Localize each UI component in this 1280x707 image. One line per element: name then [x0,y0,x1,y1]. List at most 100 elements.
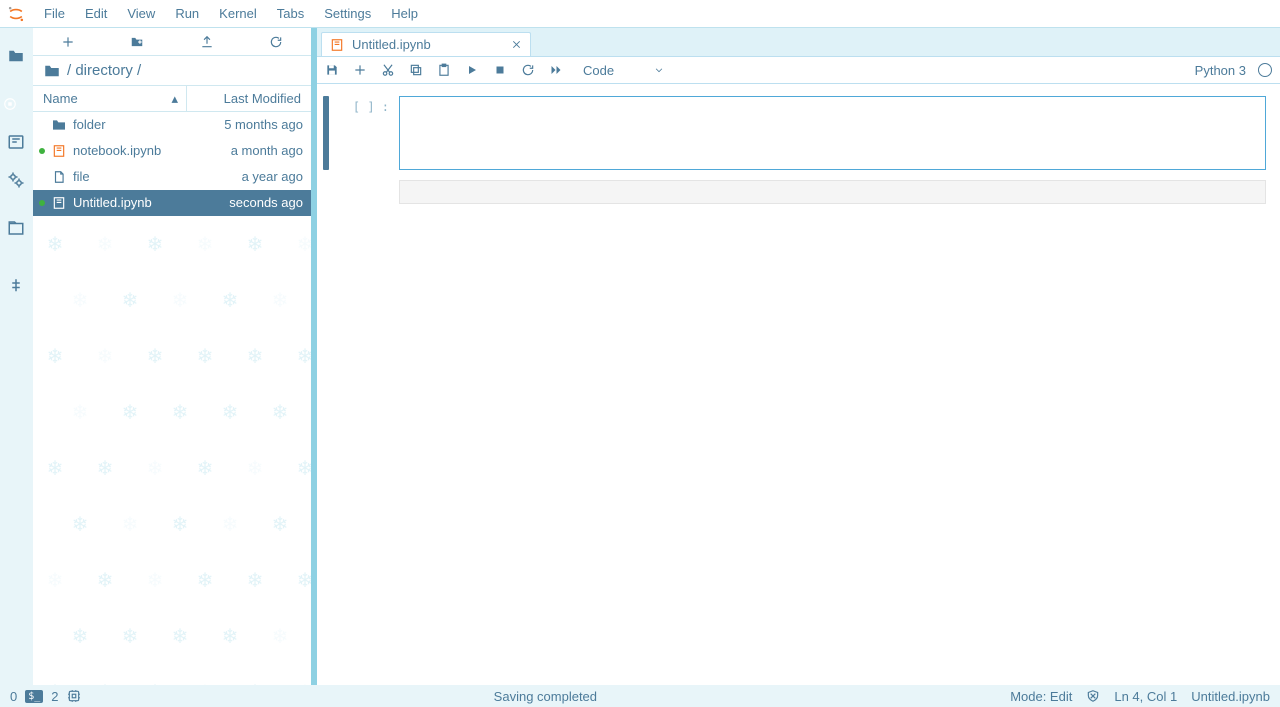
running-icon[interactable] [6,94,26,114]
cell-prompt: [ ] : [339,96,389,170]
snowflake-icon: ❄ [122,624,139,649]
snowflake-icon: ❄ [72,288,89,313]
file-browser-toolbar [33,28,311,56]
snowflake-icon: ❄ [222,624,239,649]
upload-icon[interactable] [172,28,242,55]
file-row[interactable]: folder 5 months ago [33,112,311,138]
snowflake-icon: ❄ [297,456,311,481]
menu-help[interactable]: Help [381,0,428,27]
interrupt-icon[interactable] [493,63,507,77]
restart-run-all-icon[interactable] [549,63,563,77]
snowflake-icon: ❄ [222,512,239,537]
snowflake-icon: ❄ [172,400,189,425]
settings-build-icon[interactable] [6,170,26,190]
kernel-sessions-icon[interactable] [67,689,81,703]
snowflake-icon: ❄ [122,512,139,537]
snowflake-icon: ❄ [72,624,89,649]
insert-cell-icon[interactable] [353,63,367,77]
restart-icon[interactable] [521,63,535,77]
file-browser-header: Name ▴ Last Modified [33,86,311,112]
extension-icon[interactable] [6,276,26,296]
commands-icon[interactable] [6,132,26,152]
menu-bar: FileEditViewRunKernelTabsSettingsHelp [0,0,1280,28]
paste-icon[interactable] [437,63,451,77]
menu-view[interactable]: View [117,0,165,27]
sort-asc-icon: ▴ [171,91,186,107]
snowflake-icon: ❄ [147,232,164,257]
snowflake-icon: ❄ [197,456,214,481]
save-icon[interactable] [325,63,339,77]
file-name: folder [73,117,187,132]
activity-bar [0,28,33,685]
snowflake-icon: ❄ [247,568,264,593]
snowflake-icon: ❄ [72,512,89,537]
copy-icon[interactable] [409,63,423,77]
snowflake-icon: ❄ [297,680,311,685]
code-cell[interactable]: [ ] : [323,96,1266,170]
notebook-white-icon [51,195,67,211]
snowflake-icon: ❄ [47,680,64,685]
notebook-toolbar: Code Python 3 [317,56,1280,84]
cell-type-select[interactable]: Code [583,63,664,78]
file-modified: 5 months ago [193,117,311,132]
tabs-icon[interactable] [6,218,26,238]
snowflake-icon: ❄ [147,344,164,369]
terminals-count[interactable]: 2 [51,689,58,704]
snowflake-icon: ❄ [272,288,289,313]
snowflake-icon: ❄ [122,288,139,313]
menu-run[interactable]: Run [165,0,209,27]
shield-icon[interactable] [1086,689,1100,703]
terminal-icon[interactable]: $_ [25,690,43,703]
snowflake-icon: ❄ [172,288,189,313]
file-modified: a year ago [193,169,311,184]
file-row[interactable]: notebook.ipynba month ago [33,138,311,164]
breadcrumb[interactable]: / directory / [33,56,311,86]
snowflake-icon: ❄ [222,288,239,313]
status-mode[interactable]: Mode: Edit [1010,689,1072,704]
new-folder-icon[interactable] [103,28,173,55]
file-list: folder 5 months ago notebook.ipynba month … [33,112,311,685]
column-name[interactable]: Name ▴ [33,86,187,111]
file-row[interactable]: file a year ago [33,164,311,190]
snowflake-icon: ❄ [197,680,214,685]
snowflake-icon: ❄ [247,344,264,369]
snowflake-icon: ❄ [197,344,214,369]
running-dot-icon [39,122,45,128]
jupyter-logo-icon [6,4,26,24]
status-bar: 0 $_ 2 Saving completed Mode: Edit Ln 4,… [0,685,1280,707]
kernel-indicator-icon[interactable] [1258,63,1272,77]
status-filename[interactable]: Untitled.ipynb [1191,689,1270,704]
menu-tabs[interactable]: Tabs [267,0,314,27]
cell-collapser[interactable] [323,96,329,170]
column-modified[interactable]: Last Modified [187,86,311,111]
folder-icon [51,117,67,133]
file-modified: seconds ago [193,195,311,210]
snowflake-icon: ❄ [272,624,289,649]
status-count[interactable]: 0 [10,689,17,704]
menu-file[interactable]: File [34,0,75,27]
close-icon[interactable] [511,39,522,50]
running-dot-icon [39,174,45,180]
status-cursor[interactable]: Ln 4, Col 1 [1114,689,1177,704]
menu-settings[interactable]: Settings [314,0,381,27]
new-launcher-icon[interactable] [33,28,103,55]
cut-icon[interactable] [381,63,395,77]
tab-bar: Untitled.ipynb [317,28,1280,56]
snowflake-icon: ❄ [97,232,114,257]
chevron-down-icon [654,65,664,75]
snowflake-icon: ❄ [147,456,164,481]
menu-kernel[interactable]: Kernel [209,0,267,27]
kernel-name[interactable]: Python 3 [1195,63,1246,78]
snowflake-icon: ❄ [222,400,239,425]
refresh-icon[interactable] [242,28,312,55]
notebook-tab[interactable]: Untitled.ipynb [321,32,531,56]
file-name: file [73,169,187,184]
run-icon[interactable] [465,63,479,77]
file-row[interactable]: Untitled.ipynbseconds ago [33,190,311,216]
folder-icon[interactable] [6,46,26,66]
menu-edit[interactable]: Edit [75,0,117,27]
cell-input[interactable] [399,96,1266,170]
snowflake-icon: ❄ [197,568,214,593]
notebook-body[interactable]: [ ] : [317,84,1280,685]
snowflake-icon: ❄ [147,680,164,685]
